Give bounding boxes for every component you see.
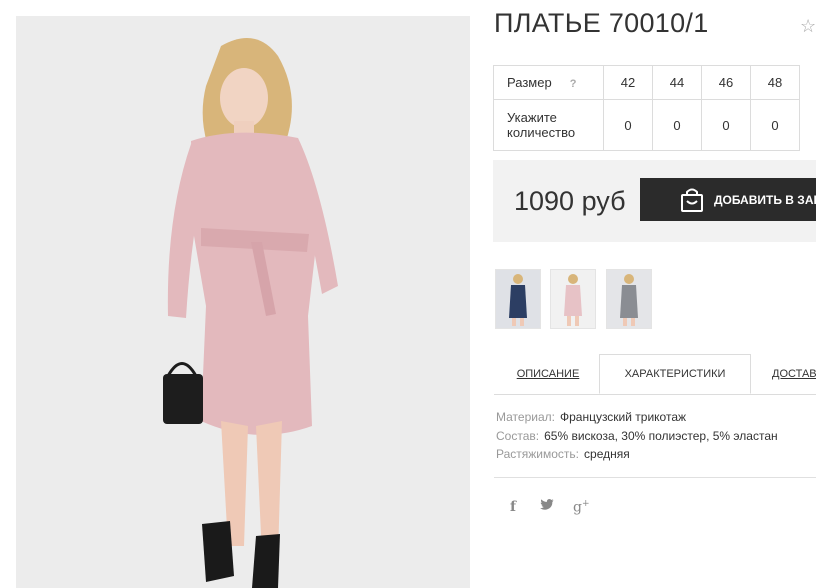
thumb-grey-dress[interactable] xyxy=(606,269,652,329)
tab-delivery[interactable]: ДОСТАВКА xyxy=(756,354,816,394)
twitter-icon[interactable] xyxy=(540,499,554,515)
facebook-icon[interactable]: f xyxy=(510,499,516,515)
price: 1090 руб xyxy=(514,186,626,216)
quantity-42[interactable]: 0 xyxy=(603,99,653,151)
add-to-order-label: ДОБАВИТЬ В ЗАКАЗ xyxy=(714,192,816,207)
shopping-bag-icon xyxy=(680,187,704,213)
size-48: 48 xyxy=(750,65,800,100)
size-42: 42 xyxy=(603,65,653,100)
size-table: Размер? 42 44 46 48 Укажите количество 0… xyxy=(493,65,800,151)
spec-composition: Состав: 65% вискоза, 30% полиэстер, 5% эл… xyxy=(496,428,778,443)
quantity-48[interactable]: 0 xyxy=(750,99,800,151)
product-main-image[interactable] xyxy=(16,16,470,588)
size-help-icon[interactable]: ? xyxy=(570,78,577,90)
quantity-44[interactable]: 0 xyxy=(652,99,702,151)
product-title: ПЛАТЬЕ 70010/1 xyxy=(494,8,709,38)
size-44: 44 xyxy=(652,65,702,100)
specs-list: Материал: Французский трикотаж Состав: 65%… xyxy=(496,410,778,466)
thumb-navy-dress[interactable] xyxy=(495,269,541,329)
size-46: 46 xyxy=(701,65,751,100)
quantity-label: Укажите количество xyxy=(493,99,604,151)
thumb-pink-dress[interactable] xyxy=(550,269,596,329)
star-outline-icon[interactable]: ☆ xyxy=(800,16,816,37)
tab-description[interactable]: ОПИСАНИЕ xyxy=(494,354,602,394)
price-box: 1090 руб ДОБАВИТЬ В ЗАКАЗ xyxy=(493,160,816,242)
google-plus-icon[interactable]: g+ xyxy=(573,499,590,516)
product-tabs: ОПИСАНИЕ ХАРАКТЕРИСТИКИ ДОСТАВКА xyxy=(494,354,816,395)
spec-material: Материал: Французский трикотаж xyxy=(496,410,687,424)
size-label: Размер xyxy=(507,75,552,90)
add-to-order-button[interactable]: ДОБАВИТЬ В ЗАКАЗ xyxy=(640,178,816,221)
quantity-46[interactable]: 0 xyxy=(701,99,751,151)
spec-stretch: Растяжимость: средняя xyxy=(496,447,630,461)
divider xyxy=(494,477,816,478)
tab-characteristics[interactable]: ХАРАКТЕРИСТИКИ xyxy=(599,354,751,394)
